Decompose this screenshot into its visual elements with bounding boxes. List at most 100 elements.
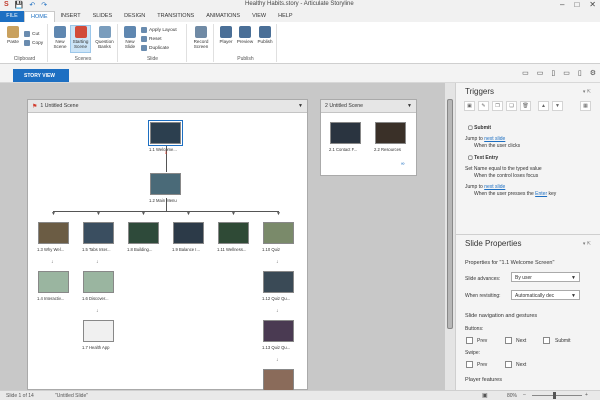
- trigger-link[interactable]: next slide: [484, 136, 505, 142]
- canvas-scrollbar[interactable]: [445, 83, 455, 390]
- reset-button[interactable]: Reset: [141, 36, 162, 42]
- tablet-portrait-icon[interactable]: ▯: [551, 69, 555, 77]
- clipboard-group-label: Clipboard: [13, 56, 36, 62]
- zoom-out-icon[interactable]: –: [523, 392, 526, 398]
- cut-button[interactable]: Cut: [24, 31, 39, 37]
- slide-thumbnail[interactable]: [263, 271, 294, 293]
- new-slide-button[interactable]: New Slide: [121, 26, 139, 49]
- arrow-down-icon: ↓: [96, 308, 99, 314]
- save-icon[interactable]: 💾: [15, 1, 24, 9]
- trigger-item[interactable]: Jump to next slide: [465, 184, 505, 190]
- zoom-slider-handle[interactable]: [553, 392, 556, 399]
- slide-thumbnail[interactable]: [83, 320, 114, 342]
- move-down-icon[interactable]: ▼: [552, 101, 563, 111]
- scene-2-header[interactable]: 2 Untitled Scene ▼: [321, 100, 416, 113]
- starting-scene-button[interactable]: Starting Scene: [70, 25, 91, 53]
- redo-icon[interactable]: ↷: [41, 1, 47, 9]
- trigger-group-text-entry[interactable]: ▢ Text Entry: [468, 155, 498, 161]
- scrollbar-thumb[interactable]: [447, 99, 453, 329]
- apply-layout-button[interactable]: Apply Layout: [141, 27, 177, 33]
- publish-button[interactable]: Publish: [255, 26, 275, 44]
- chevron-down-icon[interactable]: ▼: [407, 103, 412, 109]
- tab-insert[interactable]: INSERT: [55, 11, 87, 22]
- maximize-icon[interactable]: □: [574, 0, 579, 9]
- swipe-next-checkbox[interactable]: [505, 361, 512, 368]
- phone-landscape-icon[interactable]: ▭: [563, 69, 570, 77]
- gear-icon[interactable]: ⚙: [590, 69, 596, 77]
- slide-advances-select[interactable]: By user ▼: [511, 272, 580, 282]
- tab-animations[interactable]: ANIMATIONS: [200, 11, 246, 22]
- undo-icon[interactable]: ↶: [29, 1, 35, 9]
- question-banks-button[interactable]: Question Banks: [93, 26, 116, 49]
- slide-thumbnail[interactable]: [148, 120, 183, 146]
- trigger-group-submit[interactable]: ▢ Submit: [468, 125, 491, 131]
- zoom-in-icon[interactable]: +: [585, 392, 588, 398]
- trigger-item[interactable]: Jump to next slide: [465, 136, 505, 142]
- paste-button[interactable]: Paste: [4, 26, 22, 44]
- paste-trigger-icon[interactable]: ❏: [506, 101, 517, 111]
- chevron-down-icon[interactable]: ▼: [298, 103, 303, 109]
- copy-trigger-icon[interactable]: ❐: [492, 101, 503, 111]
- when-revisiting-select[interactable]: Automatically dec ▼: [511, 290, 580, 300]
- move-up-icon[interactable]: ▲: [538, 101, 549, 111]
- tab-home[interactable]: HOME: [24, 11, 55, 22]
- fit-to-window-icon[interactable]: ▣: [482, 392, 488, 399]
- panel-controls[interactable]: ▾ ⇱: [583, 241, 591, 247]
- panel-controls[interactable]: ▾ ⇱: [583, 89, 591, 95]
- desktop-icon[interactable]: ▭: [522, 69, 529, 77]
- slide-thumbnail[interactable]: [38, 271, 69, 293]
- tablet-landscape-icon[interactable]: ▭: [537, 69, 544, 77]
- tab-file[interactable]: FILE: [0, 11, 24, 22]
- player-button[interactable]: Player: [217, 26, 235, 44]
- prev-button-checkbox[interactable]: [466, 337, 473, 344]
- edit-trigger-icon[interactable]: ✎: [478, 101, 489, 111]
- trigger-link[interactable]: next slide: [484, 184, 505, 190]
- slide-thumbnail[interactable]: [83, 271, 114, 293]
- preview-button[interactable]: Preview: [236, 26, 254, 44]
- story-view-tab[interactable]: STORY VIEW: [13, 69, 69, 82]
- new-trigger-icon[interactable]: ▣: [464, 101, 475, 111]
- swipe-prev-checkbox[interactable]: [466, 361, 473, 368]
- tab-design[interactable]: DESIGN: [118, 11, 151, 22]
- slide-thumbnail[interactable]: [173, 222, 204, 244]
- trigger-item[interactable]: Set Name equal to the typed value: [465, 166, 542, 172]
- slide-thumbnail[interactable]: [375, 122, 406, 144]
- minimize-icon[interactable]: –: [560, 0, 564, 9]
- slide-label: 2.2 Resources: [374, 147, 401, 152]
- scene-1-header[interactable]: ⚑ 1 Untitled Scene ▼: [28, 100, 307, 113]
- slide-group: New Slide Apply Layout Reset Duplicate S…: [119, 24, 187, 62]
- zoom-level: 80%: [507, 393, 518, 399]
- slide-thumbnail[interactable]: [128, 222, 159, 244]
- record-screen-button[interactable]: Record Screen: [190, 26, 212, 49]
- phone-portrait-icon[interactable]: ▯: [578, 69, 582, 77]
- slide-thumbnail[interactable]: [263, 369, 294, 391]
- player-features-heading: Player features: [465, 377, 502, 383]
- next-button-checkbox[interactable]: [505, 337, 512, 344]
- slide-thumbnail[interactable]: [83, 222, 114, 244]
- slide-thumbnail[interactable]: [218, 222, 249, 244]
- slide-label: 1.4 Interactiv...: [37, 296, 65, 301]
- copy-button[interactable]: Copy: [24, 40, 43, 46]
- tab-help[interactable]: HELP: [272, 11, 298, 22]
- panel-splitter[interactable]: [455, 234, 600, 235]
- tab-slides[interactable]: SLIDES: [87, 11, 119, 22]
- delete-trigger-icon[interactable]: 🗑: [520, 101, 531, 111]
- slide-group-label: Slide: [146, 56, 159, 62]
- arrow-down-icon: ▼: [51, 211, 56, 217]
- duplicate-button[interactable]: Duplicate: [141, 45, 169, 51]
- slide-thumbnail[interactable]: [150, 173, 181, 195]
- variables-icon[interactable]: ▦: [580, 101, 591, 111]
- submit-button-checkbox[interactable]: [543, 337, 550, 344]
- view-tab-bar: STORY VIEW ▭ ▭ ▯ ▭ ▯ ⚙: [0, 64, 600, 83]
- close-icon[interactable]: ✕: [589, 0, 596, 9]
- new-scene-button[interactable]: New Scene: [51, 26, 69, 49]
- slide-thumbnail[interactable]: [330, 122, 361, 144]
- slide-thumbnail[interactable]: [263, 222, 294, 244]
- zoom-slider[interactable]: [532, 395, 582, 396]
- story-canvas[interactable]: ⚑ 1 Untitled Scene ▼ 2 Untitled Scene ▼ …: [0, 83, 455, 391]
- slide-thumbnail[interactable]: [263, 320, 294, 342]
- reset-icon: [141, 36, 147, 42]
- slide-thumbnail[interactable]: [38, 222, 69, 244]
- tab-transitions[interactable]: TRANSITIONS: [151, 11, 200, 22]
- tab-view[interactable]: VIEW: [246, 11, 272, 22]
